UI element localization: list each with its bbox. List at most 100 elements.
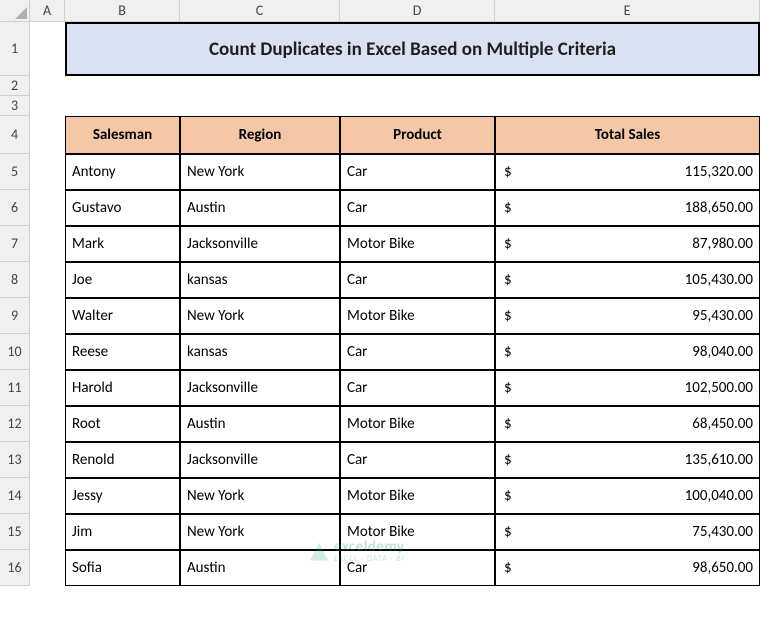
- cell-A4[interactable]: [30, 116, 65, 154]
- cell-A6[interactable]: [30, 190, 65, 226]
- table-cell-total-sales[interactable]: $105,430.00: [495, 262, 760, 298]
- table-cell-total-sales[interactable]: $75,430.00: [495, 514, 760, 550]
- table-cell-product[interactable]: Car: [340, 262, 495, 298]
- row-header-5[interactable]: 5: [0, 154, 30, 190]
- table-cell-total-sales[interactable]: $68,450.00: [495, 406, 760, 442]
- table-cell-salesman[interactable]: Jim: [65, 514, 180, 550]
- cell-A11[interactable]: [30, 370, 65, 406]
- cell-A5[interactable]: [30, 154, 65, 190]
- table-cell-total-sales[interactable]: $98,040.00: [495, 334, 760, 370]
- table-cell-region[interactable]: New York: [180, 514, 340, 550]
- cell-A7[interactable]: [30, 226, 65, 262]
- table-cell-region[interactable]: Austin: [180, 406, 340, 442]
- table-cell-total-sales[interactable]: $102,500.00: [495, 370, 760, 406]
- col-header-B[interactable]: B: [65, 0, 180, 22]
- table-cell-salesman[interactable]: Reese: [65, 334, 180, 370]
- currency-symbol: $: [502, 415, 512, 433]
- table-cell-total-sales[interactable]: $115,320.00: [495, 154, 760, 190]
- row-header-2[interactable]: 2: [0, 76, 30, 96]
- table-cell-region[interactable]: Austin: [180, 550, 340, 586]
- table-cell-salesman[interactable]: Harold: [65, 370, 180, 406]
- table-cell-region[interactable]: Jacksonville: [180, 370, 340, 406]
- table-cell-salesman[interactable]: Jessy: [65, 478, 180, 514]
- table-cell-total-sales[interactable]: $87,980.00: [495, 226, 760, 262]
- select-all-corner[interactable]: [0, 0, 30, 22]
- table-cell-region[interactable]: New York: [180, 298, 340, 334]
- cell-blank[interactable]: [495, 76, 760, 96]
- table-cell-product[interactable]: Car: [340, 190, 495, 226]
- table-cell-salesman[interactable]: Antony: [65, 154, 180, 190]
- currency-value: 115,320.00: [685, 163, 753, 181]
- cell-blank[interactable]: [65, 76, 180, 96]
- row-header-1[interactable]: 1: [0, 22, 30, 76]
- row-header-8[interactable]: 8: [0, 262, 30, 298]
- cell-blank[interactable]: [340, 96, 495, 116]
- table-cell-salesman[interactable]: Walter: [65, 298, 180, 334]
- cell-A16[interactable]: [30, 550, 65, 586]
- table-cell-total-sales[interactable]: $188,650.00: [495, 190, 760, 226]
- table-cell-product[interactable]: Motor Bike: [340, 406, 495, 442]
- table-cell-salesman[interactable]: Sofia: [65, 550, 180, 586]
- cell-A14[interactable]: [30, 478, 65, 514]
- table-cell-salesman[interactable]: Root: [65, 406, 180, 442]
- table-cell-total-sales[interactable]: $135,610.00: [495, 442, 760, 478]
- row-header-13[interactable]: 13: [0, 442, 30, 478]
- cell-blank[interactable]: [180, 76, 340, 96]
- cell-A9[interactable]: [30, 298, 65, 334]
- table-cell-product[interactable]: Car: [340, 334, 495, 370]
- table-cell-region[interactable]: kansas: [180, 334, 340, 370]
- table-cell-salesman[interactable]: Joe: [65, 262, 180, 298]
- cell-blank[interactable]: [340, 76, 495, 96]
- cell-blank[interactable]: [65, 96, 180, 116]
- row-header-16[interactable]: 16: [0, 550, 30, 586]
- col-header-C[interactable]: C: [180, 0, 340, 22]
- table-cell-product[interactable]: Motor Bike: [340, 478, 495, 514]
- cell-A1[interactable]: [30, 22, 65, 76]
- cell-A12[interactable]: [30, 406, 65, 442]
- table-cell-region[interactable]: kansas: [180, 262, 340, 298]
- table-cell-total-sales[interactable]: $98,650.00: [495, 550, 760, 586]
- row-header-6[interactable]: 6: [0, 190, 30, 226]
- table-cell-product[interactable]: Car: [340, 370, 495, 406]
- table-cell-total-sales[interactable]: $95,430.00: [495, 298, 760, 334]
- row-header-9[interactable]: 9: [0, 298, 30, 334]
- row-header-11[interactable]: 11: [0, 370, 30, 406]
- col-header-D[interactable]: D: [340, 0, 495, 22]
- table-cell-region[interactable]: New York: [180, 478, 340, 514]
- row-header-15[interactable]: 15: [0, 514, 30, 550]
- row-header-14[interactable]: 14: [0, 478, 30, 514]
- row-header-10[interactable]: 10: [0, 334, 30, 370]
- table-cell-region[interactable]: Jacksonville: [180, 442, 340, 478]
- table-cell-product[interactable]: Motor Bike: [340, 514, 495, 550]
- cell-A13[interactable]: [30, 442, 65, 478]
- row-header-3[interactable]: 3: [0, 96, 30, 116]
- cell-blank[interactable]: [30, 96, 65, 116]
- currency-value: 188,650.00: [685, 199, 753, 217]
- table-cell-product[interactable]: Motor Bike: [340, 226, 495, 262]
- col-header-A[interactable]: A: [30, 0, 65, 22]
- table-cell-salesman[interactable]: Gustavo: [65, 190, 180, 226]
- cell-blank[interactable]: [30, 76, 65, 96]
- cell-blank[interactable]: [180, 96, 340, 116]
- cell-A15[interactable]: [30, 514, 65, 550]
- currency-symbol: $: [502, 307, 512, 325]
- cell-A10[interactable]: [30, 334, 65, 370]
- cell-A8[interactable]: [30, 262, 65, 298]
- table-cell-region[interactable]: Austin: [180, 190, 340, 226]
- table-cell-product[interactable]: Car: [340, 442, 495, 478]
- col-header-E[interactable]: E: [495, 0, 760, 22]
- table-cell-salesman[interactable]: Mark: [65, 226, 180, 262]
- table-cell-product[interactable]: Motor Bike: [340, 298, 495, 334]
- table-cell-region[interactable]: Jacksonville: [180, 226, 340, 262]
- row-header-12[interactable]: 12: [0, 406, 30, 442]
- table-cell-salesman[interactable]: Renold: [65, 442, 180, 478]
- currency-value: 75,430.00: [692, 523, 753, 541]
- table-cell-product[interactable]: Car: [340, 550, 495, 586]
- row-header-4[interactable]: 4: [0, 116, 30, 154]
- header-salesman: Salesman: [65, 116, 180, 154]
- table-cell-region[interactable]: New York: [180, 154, 340, 190]
- row-header-7[interactable]: 7: [0, 226, 30, 262]
- table-cell-total-sales[interactable]: $100,040.00: [495, 478, 760, 514]
- cell-blank[interactable]: [495, 96, 760, 116]
- table-cell-product[interactable]: Car: [340, 154, 495, 190]
